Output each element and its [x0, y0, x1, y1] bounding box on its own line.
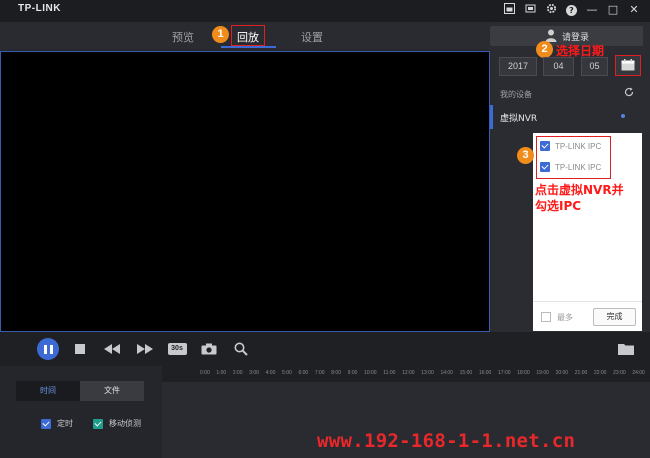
camera-icon	[201, 343, 217, 355]
video-playback-area[interactable]	[0, 51, 490, 332]
user-icon	[545, 29, 557, 42]
ipc-list-highlight	[536, 136, 611, 179]
app-logo: TP-LINK	[18, 3, 61, 14]
filter-timed-checkbox[interactable]	[41, 418, 51, 429]
annotation-click-nvr-line1: 点击虚拟NVR并	[535, 183, 624, 197]
annotation-marker-1: 1	[212, 26, 229, 43]
date-day-field[interactable]: 05	[581, 57, 608, 76]
timeline-tick-label: 0:00	[200, 370, 210, 376]
timeline-tick-label: 11:00	[383, 370, 396, 376]
timeline-tick-label: 14:00	[440, 370, 453, 376]
window-mode-icon[interactable]	[503, 3, 515, 17]
gear-icon[interactable]	[545, 3, 557, 17]
calendar-button[interactable]	[615, 55, 641, 76]
clip-30s-icon: 30s	[167, 343, 187, 355]
timeline-tick-label: 1:00	[216, 370, 227, 376]
popup-footer: 最多 完成	[533, 301, 642, 331]
timeline-tick-label: 10:00	[364, 370, 377, 376]
tab-settings[interactable]: 设置	[301, 29, 323, 45]
search-filter-panel	[0, 366, 162, 458]
timeline-tick-label: 20:00	[555, 370, 569, 376]
timeline-tick-label: 9:00	[347, 370, 358, 376]
timeline-tick-label: 3:00	[249, 370, 259, 376]
timeline-tick-label: 13:00	[421, 370, 434, 376]
fast-forward-icon	[137, 344, 153, 354]
tab-search-by-time[interactable]: 时间	[16, 381, 80, 401]
timeline-tick-label: 16:00	[478, 370, 492, 376]
playback-tab-highlight	[231, 25, 265, 46]
snapshot-button[interactable]	[200, 338, 218, 360]
timeline-tick-label: 23:00	[613, 370, 626, 376]
calendar-icon	[621, 59, 635, 71]
clip-30s-button[interactable]: 30s	[167, 338, 187, 360]
timeline-tick-label: 5:00	[282, 370, 292, 376]
timeline-tick-label: 24:00	[632, 370, 645, 376]
pause-button[interactable]	[37, 338, 59, 360]
timeline-tick-label: 12:00	[402, 370, 415, 376]
stop-button[interactable]	[73, 338, 87, 360]
selected-indicator	[490, 105, 493, 129]
timeline-tick-label: 17:00	[498, 370, 511, 376]
filter-motion-checkbox[interactable]	[93, 418, 103, 429]
close-icon[interactable]: ✕	[628, 3, 640, 17]
title-bar: TP-LINK ? — □ ✕	[0, 0, 650, 22]
rewind-icon	[104, 344, 120, 354]
minimize-icon[interactable]: —	[586, 3, 598, 17]
most-checkbox[interactable]	[541, 312, 551, 322]
timeline-tick-label: 15:00	[459, 370, 473, 376]
timeline-tick-label: 7:00	[314, 370, 325, 376]
stop-icon	[75, 344, 85, 354]
timeline-tick-label: 8:00	[331, 370, 341, 376]
done-button[interactable]: 完成	[593, 308, 636, 326]
status-dot	[621, 114, 625, 118]
zoom-button[interactable]	[232, 338, 250, 360]
annotation-marker-3: 3	[517, 147, 534, 164]
most-label: 最多	[557, 313, 573, 322]
filter-timed-label: 定时	[57, 419, 73, 428]
playback-controls	[0, 332, 650, 366]
timeline-tick-label: 4:00	[265, 370, 276, 376]
timeline-tick-label: 2:00	[232, 370, 243, 376]
fast-forward-button[interactable]	[136, 338, 154, 360]
rewind-button[interactable]	[103, 338, 121, 360]
filter-timed[interactable]: 定时	[41, 418, 73, 429]
timeline-tick-label: 21:00	[574, 370, 588, 376]
maximize-icon[interactable]: □	[607, 3, 619, 17]
site-watermark: www.192-168-1-1.net.cn	[317, 430, 576, 452]
tab-search-by-file[interactable]: 文件	[80, 381, 144, 401]
timeline-tick-label: 18:00	[517, 370, 530, 376]
folder-icon	[618, 344, 634, 355]
filter-motion-label: 移动侦测	[109, 419, 141, 428]
device-name: 虚拟NVR	[500, 114, 538, 124]
tab-preview[interactable]: 预览	[172, 29, 194, 45]
window-controls: ? — □ ✕	[503, 3, 640, 17]
annotation-marker-2: 2	[536, 41, 553, 58]
active-tab-indicator	[221, 46, 276, 48]
help-icon[interactable]: ?	[566, 4, 577, 16]
timeline-tick-labels: 0:00 1:00 2:00 3:00 4:00 5:00 6:00 7:00 8:00 9:00…	[200, 370, 645, 376]
filter-motion[interactable]: 移动侦测	[93, 418, 141, 429]
timeline-tick-label: 19:00	[536, 370, 549, 376]
date-month-field[interactable]: 04	[543, 57, 574, 76]
fullscreen-icon[interactable]	[524, 3, 536, 17]
magnifier-icon	[234, 342, 248, 356]
timeline-tick-label: 22:00	[593, 370, 607, 376]
device-item-virtual-nvr[interactable]: 虚拟NVR	[490, 105, 640, 129]
refresh-icon[interactable]	[624, 87, 634, 100]
annotation-click-nvr-line2: 勾选IPC	[535, 199, 582, 213]
folder-button[interactable]	[617, 338, 635, 360]
timeline-tick-label: 6:00	[298, 370, 309, 376]
date-year-field[interactable]: 2017	[499, 57, 537, 76]
my-devices-header: 我的设备	[500, 90, 532, 99]
